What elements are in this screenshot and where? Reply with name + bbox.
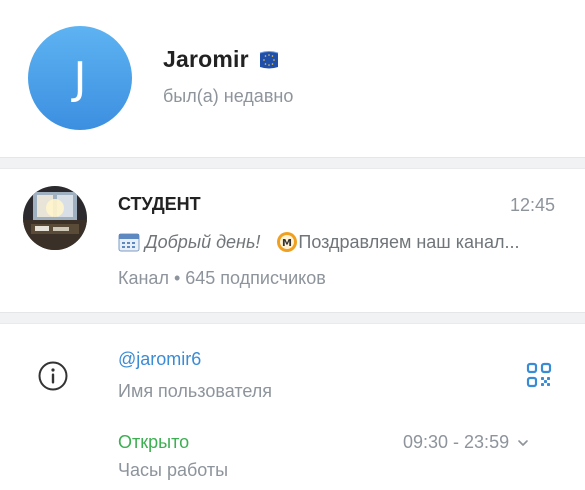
channel-avatar[interactable] [23, 186, 87, 250]
coin-icon: M [277, 232, 298, 252]
username-link[interactable]: @jaromir6 [118, 349, 201, 370]
profile-name: Jaromir [163, 46, 249, 72]
message-text: Поздравляем наш канал... [298, 231, 520, 252]
profile-status: был(а) недавно [163, 86, 294, 106]
calendar-icon [118, 233, 140, 252]
info-section [0, 324, 585, 490]
avatar-letter: J [73, 52, 87, 104]
info-icon [38, 361, 68, 391]
eu-flag-icon [259, 50, 278, 68]
profile-name-row: Jaromir [163, 46, 280, 73]
qr-code-icon [526, 362, 552, 388]
business-hours-toggle[interactable]: 09:30 - 23:59 [403, 432, 529, 453]
profile-header: J Jaromir был(а) недавно [0, 0, 585, 157]
business-hours-label: Часы работы [118, 460, 229, 480]
qr-code-button[interactable] [526, 362, 552, 388]
message-greeting: Добрый день! [145, 231, 261, 252]
channel-last-message: Добрый день! M Поздравляем наш канал... [118, 230, 558, 254]
profile-avatar[interactable]: J [28, 26, 132, 130]
svg-text:M: M [282, 238, 292, 249]
chevron-down-icon [518, 439, 528, 446]
username-label: Имя пользователя [118, 381, 273, 401]
channel-title: СТУДЕНТ [118, 194, 201, 214]
business-hours-value: 09:30 - 23:59 [403, 432, 510, 452]
section-divider [0, 312, 585, 324]
open-status: Открыто [118, 432, 190, 452]
section-divider [0, 157, 585, 169]
channel-time: 12:45 [509, 195, 555, 215]
channel-subscribers: Канал • 645 подписчиков [118, 268, 326, 288]
